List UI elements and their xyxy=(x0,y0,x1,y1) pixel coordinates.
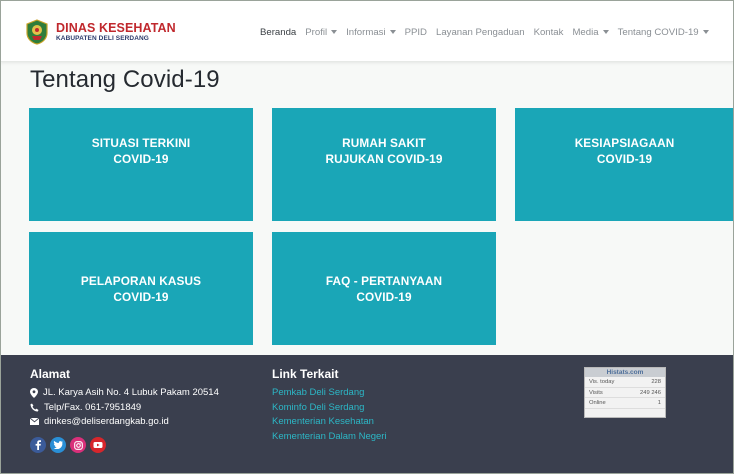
facebook-icon[interactable] xyxy=(30,437,46,453)
histats-label: Online xyxy=(589,400,606,406)
tile-kesiapsiagaan[interactable]: KESIAPSIAGAAN COVID-19 xyxy=(515,108,734,221)
footer: Alamat JL. Karya Asih No. 4 Lubuk Pakam … xyxy=(0,355,734,474)
histats-title-text: Histats.com xyxy=(606,369,644,376)
nav-item-informasi[interactable]: Informasi xyxy=(346,26,396,38)
histats-label: Visits xyxy=(589,389,603,396)
address-phone: Telp/Fax. 061-7951849 xyxy=(30,402,219,413)
link-kemendagri[interactable]: Kementerian Dalam Negeri xyxy=(272,431,387,442)
nav-label: Tentang COVID-19 xyxy=(617,26,699,38)
caret-down-icon xyxy=(602,30,609,34)
nav-label: Kontak xyxy=(533,26,564,38)
tile-rumah-sakit-rujukan[interactable]: RUMAH SAKIT RUJUKAN COVID-19 xyxy=(272,108,496,221)
address-email[interactable]: dinkes@deliserdangkab.go.id xyxy=(30,416,219,427)
brand-title: DINAS KESEHATAN xyxy=(56,20,176,35)
envelope-icon xyxy=(30,418,39,425)
instagram-icon[interactable] xyxy=(70,437,86,453)
tile-pelaporan-kasus[interactable]: PELAPORAN KASUS COVID-19 xyxy=(29,232,253,345)
nav-label: Beranda xyxy=(260,26,297,38)
histats-value: 1 xyxy=(657,400,661,406)
youtube-icon[interactable] xyxy=(90,437,106,453)
histats-row: Online 1 xyxy=(585,398,665,409)
related-links-list: Pemkab Deli Serdang Kominfo Deli Serdang… xyxy=(272,387,387,442)
caret-down-icon xyxy=(331,30,338,34)
tile-faq[interactable]: FAQ - PERTANYAAN COVID-19 xyxy=(272,232,496,345)
footer-address-heading: Alamat xyxy=(30,367,71,381)
footer-links: Link Terkait Pemkab Deli Serdang Kominfo… xyxy=(272,367,387,445)
nav-item-profil[interactable]: Profil xyxy=(305,26,338,38)
map-marker-icon xyxy=(30,387,38,398)
link-kominfo[interactable]: Kominfo Deli Serdang xyxy=(272,402,387,413)
main-nav: Beranda Profil Informasi PPID Layanan Pe… xyxy=(260,24,718,40)
link-pemkab[interactable]: Pemkab Deli Serdang xyxy=(272,387,387,398)
tile-label: RUMAH SAKIT RUJUKAN COVID-19 xyxy=(325,135,443,166)
tile-label: PELAPORAN KASUS COVID-19 xyxy=(80,273,202,304)
histats-row: Vis. today 228 xyxy=(585,377,665,388)
address-phone-text: Telp/Fax. 061-7951849 xyxy=(44,401,142,413)
nav-label: Profil xyxy=(305,26,328,38)
nav-item-ppid[interactable]: PPID xyxy=(405,27,427,38)
tile-situasi-terkini[interactable]: SITUASI TERKINI COVID-19 xyxy=(29,108,253,221)
caret-down-icon xyxy=(702,30,709,34)
histats-value: 228 xyxy=(651,379,661,385)
caret-down-icon xyxy=(389,30,396,34)
histats-value: 249 246 xyxy=(640,389,661,396)
footer-links-heading: Link Terkait xyxy=(272,367,339,381)
brand[interactable]: DINAS KESEHATAN KABUPATEN DELI SERDANG xyxy=(26,14,176,50)
nav-item-kontak[interactable]: Kontak xyxy=(534,27,564,38)
histats-title: Histats.com xyxy=(585,368,665,377)
navbar: DINAS KESEHATAN KABUPATEN DELI SERDANG B… xyxy=(0,0,734,62)
nav-item-beranda[interactable]: Beranda xyxy=(260,27,296,38)
link-kemenkes[interactable]: Kementerian Kesehatan xyxy=(272,416,387,427)
brand-subtitle: KABUPATEN DELI SERDANG xyxy=(56,35,149,42)
nav-item-layanan-pengaduan[interactable]: Layanan Pengaduan xyxy=(436,27,525,38)
nav-item-tentang-covid[interactable]: Tentang COVID-19 xyxy=(618,27,709,38)
nav-label: Informasi xyxy=(346,26,386,38)
tile-label: FAQ - PERTANYAAN COVID-19 xyxy=(325,273,443,304)
phone-icon xyxy=(30,403,39,411)
twitter-icon[interactable] xyxy=(50,437,66,453)
histats-row: Visits 249 246 xyxy=(585,388,665,398)
nav-label: Media xyxy=(572,26,599,38)
tile-label: SITUASI TERKINI COVID-19 xyxy=(91,135,191,166)
deli-serdang-logo-icon xyxy=(26,19,48,45)
footer-address: Alamat JL. Karya Asih No. 4 Lubuk Pakam … xyxy=(30,367,219,453)
histats-counter-widget[interactable]: Histats.com Vis. today 228 Visits 249 24… xyxy=(584,367,666,418)
address-street-text: JL. Karya Asih No. 4 Lubuk Pakam 20514 xyxy=(43,387,219,398)
nav-label: PPID xyxy=(404,26,427,38)
address-street: JL. Karya Asih No. 4 Lubuk Pakam 20514 xyxy=(30,387,219,398)
social-links xyxy=(30,437,219,453)
tile-label: KESIAPSIAGAAN COVID-19 xyxy=(574,135,675,166)
address-email-text: dinkes@deliserdangkab.go.id xyxy=(44,416,169,427)
nav-label: Layanan Pengaduan xyxy=(436,26,525,38)
histats-label: Vis. today xyxy=(589,379,615,385)
page-title: Tentang Covid-19 xyxy=(30,66,220,93)
nav-item-media[interactable]: Media xyxy=(572,26,609,38)
